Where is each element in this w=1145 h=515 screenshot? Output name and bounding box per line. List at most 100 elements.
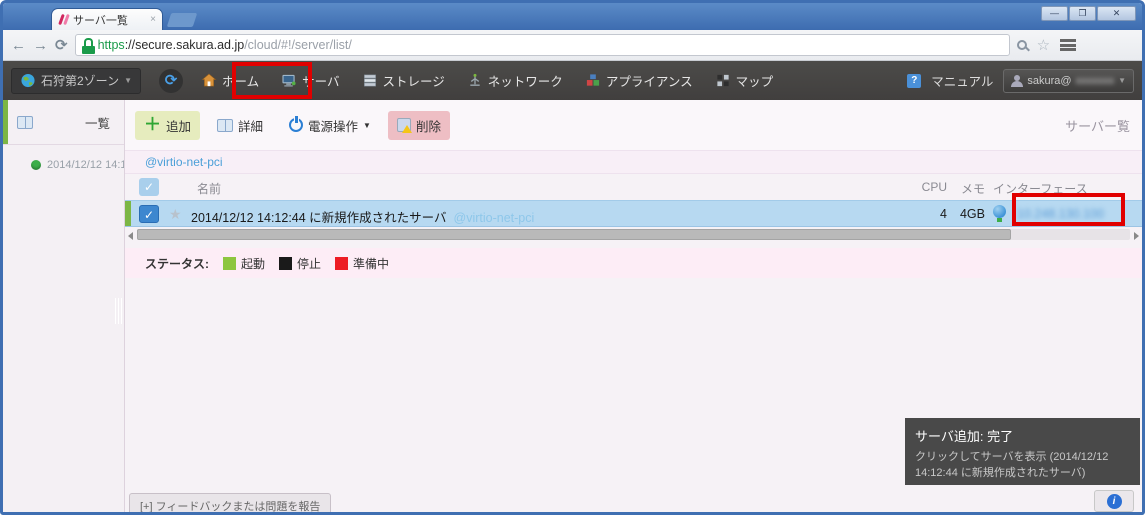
horizontal-scrollbar[interactable] [125, 228, 1142, 242]
server-tag[interactable]: @virtio-net-pci [454, 211, 535, 225]
scroll-right-icon[interactable] [1134, 232, 1139, 240]
window-controls: — ❐ ✕ [1041, 6, 1136, 21]
bookmark-star-icon[interactable]: ☆ [1037, 36, 1050, 54]
toast-title: サーバ追加: 完了 [915, 426, 1130, 445]
table-row[interactable]: ✓ ★ 2014/12/12 14:12:44 に新規作成されたサーバ @vir… [125, 200, 1142, 227]
interface-ip-redacted[interactable]: 10.248.130.100 [1017, 207, 1104, 221]
maximize-button[interactable]: ❐ [1069, 6, 1096, 21]
power-caret-icon: ▼ [363, 121, 371, 130]
sidebar-item-label: 2014/12/12 14:1 [47, 159, 124, 171]
content-area: 一覧 2014/12/12 14:1 ＋ 追加 詳細 [3, 100, 1142, 512]
delete-button[interactable]: 削除 [388, 111, 450, 140]
chrome-menu-icon[interactable] [1060, 39, 1076, 51]
main-panel: ＋ 追加 詳細 電源操作 ▼ 削除 サーバー覧 [125, 100, 1142, 512]
url-host: ://secure.sakura.ad.jp [125, 38, 245, 52]
delete-button-label: 削除 [416, 116, 441, 135]
page-zoom-icon[interactable] [1017, 40, 1027, 50]
scrollbar-thumb[interactable] [137, 229, 1011, 240]
network-icon [467, 73, 483, 88]
status-item-label: 停止 [297, 255, 321, 272]
zone-caret-icon: ▼ [124, 76, 132, 85]
nav-item-home[interactable]: ホーム [197, 65, 263, 96]
add-button[interactable]: ＋ 追加 [135, 111, 200, 140]
manual-link[interactable]: マニュアル [931, 71, 993, 90]
nav-item-label: サーバ [302, 71, 339, 90]
tag-filter-link[interactable]: @virtio-net-pci [145, 155, 223, 169]
reload-icon[interactable]: ⟳ [55, 36, 68, 54]
nav-item-map[interactable]: マップ [711, 65, 778, 96]
sidebar-header[interactable]: 一覧 [3, 100, 124, 145]
nav-item-appliance[interactable]: アプライアンス [581, 65, 697, 96]
title-bar: サーバ一覧 × — ❐ ✕ [3, 3, 1142, 30]
nav-item-storage[interactable]: ストレージ [358, 65, 449, 96]
new-tab-button[interactable] [167, 13, 198, 27]
account-caret-icon: ▼ [1118, 76, 1126, 85]
info-button[interactable]: i [1094, 490, 1134, 512]
favorite-star-icon[interactable]: ★ [169, 206, 182, 223]
help-question-icon: ? [907, 74, 921, 88]
status-item-running: 起動 [223, 255, 265, 272]
sidebar-resize-grip[interactable] [115, 298, 122, 324]
row-checkbox[interactable]: ✓ [139, 205, 159, 223]
status-item-label: 準備中 [353, 255, 389, 272]
sidebar-item-server[interactable]: 2014/12/12 14:1 [3, 145, 124, 171]
detail-book-icon [217, 119, 233, 132]
toast-notification[interactable]: サーバ追加: 完了 クリックしてサーバを表示 (2014/12/12 14:12… [905, 418, 1140, 485]
header-interface: インターフェース [993, 180, 1088, 197]
map-icon [715, 73, 731, 88]
url-path: /cloud/#!/server/list/ [244, 38, 352, 52]
delete-warning-icon [397, 118, 411, 132]
browser-tab[interactable]: サーバ一覧 × [51, 8, 163, 30]
account-menu[interactable]: sakura@ xxxxxxx ▼ [1003, 69, 1134, 93]
info-icon: i [1107, 494, 1122, 509]
interface-globe-icon [993, 205, 1006, 218]
nav-item-server[interactable]: サーバ [277, 65, 343, 96]
scrollbar-track[interactable] [137, 229, 1130, 240]
back-icon[interactable]: ← [11, 37, 26, 54]
toast-body: クリックしてサーバを表示 (2014/12/12 14:12:44 に新規作成さ… [915, 450, 1130, 482]
close-button[interactable]: ✕ [1097, 6, 1136, 21]
tab-title: サーバ一覧 [73, 12, 146, 28]
browser-toolbar-right: ☆ [1017, 36, 1080, 54]
account-prefix: sakura@ [1027, 75, 1071, 87]
server-memory-value: 4GB [951, 207, 985, 221]
browser-window: サーバ一覧 × — ❐ ✕ ← → ⟳ https://secure.sakur… [0, 0, 1145, 515]
scroll-left-icon[interactable] [128, 232, 133, 240]
feedback-button[interactable]: [+] フィードバックまたは問題を報告 [129, 493, 331, 512]
minimize-button[interactable]: — [1041, 6, 1068, 21]
select-all-checkbox[interactable]: ✓ [139, 178, 159, 196]
server-cpu-value: 4 [915, 207, 947, 221]
nav-item-label: ストレージ [383, 71, 445, 90]
url-protocol: https [98, 38, 125, 52]
detail-button-label: 詳細 [238, 116, 263, 135]
nav-item-label: ネットワーク [488, 71, 563, 90]
power-operations-button[interactable]: 電源操作 ▼ [280, 111, 380, 140]
nav-item-label: マップ [736, 71, 774, 90]
status-item-preparing: 準備中 [335, 255, 389, 272]
app-nav-bar: 石狩第2ゾーン ▼ ⟳ ホーム サーバ [3, 61, 1142, 100]
tag-filter-row: @virtio-net-pci [125, 150, 1142, 174]
status-item-label: 起動 [241, 255, 265, 272]
address-bar[interactable]: https://secure.sakura.ad.jp/cloud/#!/ser… [75, 34, 1010, 56]
detail-button[interactable]: 詳細 [208, 111, 272, 140]
nav-item-network[interactable]: ネットワーク [463, 65, 567, 96]
sakura-favicon-icon [58, 14, 69, 25]
url-text: https://secure.sakura.ad.jp/cloud/#!/ser… [98, 38, 352, 52]
page-title: サーバー覧 [1065, 116, 1130, 135]
action-toolbar: ＋ 追加 詳細 電源操作 ▼ 削除 サーバー覧 [125, 100, 1142, 150]
sidebar-active-bar [3, 100, 8, 144]
list-book-icon [17, 116, 33, 129]
refresh-button[interactable]: ⟳ [159, 69, 183, 93]
stopped-swatch-icon [279, 257, 292, 270]
forward-icon[interactable]: → [33, 37, 48, 54]
nav-item-label: ホーム [222, 71, 259, 90]
browser-toolbar: ← → ⟳ https://secure.sakura.ad.jp/cloud/… [3, 30, 1142, 61]
power-icon [289, 118, 303, 132]
zone-selector[interactable]: 石狩第2ゾーン ▼ [11, 68, 141, 94]
running-swatch-icon [223, 257, 236, 270]
preparing-swatch-icon [335, 257, 348, 270]
home-icon [201, 73, 217, 88]
server-monitor-icon [281, 73, 297, 88]
row-status-bar [125, 201, 131, 226]
tab-close-icon[interactable]: × [150, 14, 156, 25]
